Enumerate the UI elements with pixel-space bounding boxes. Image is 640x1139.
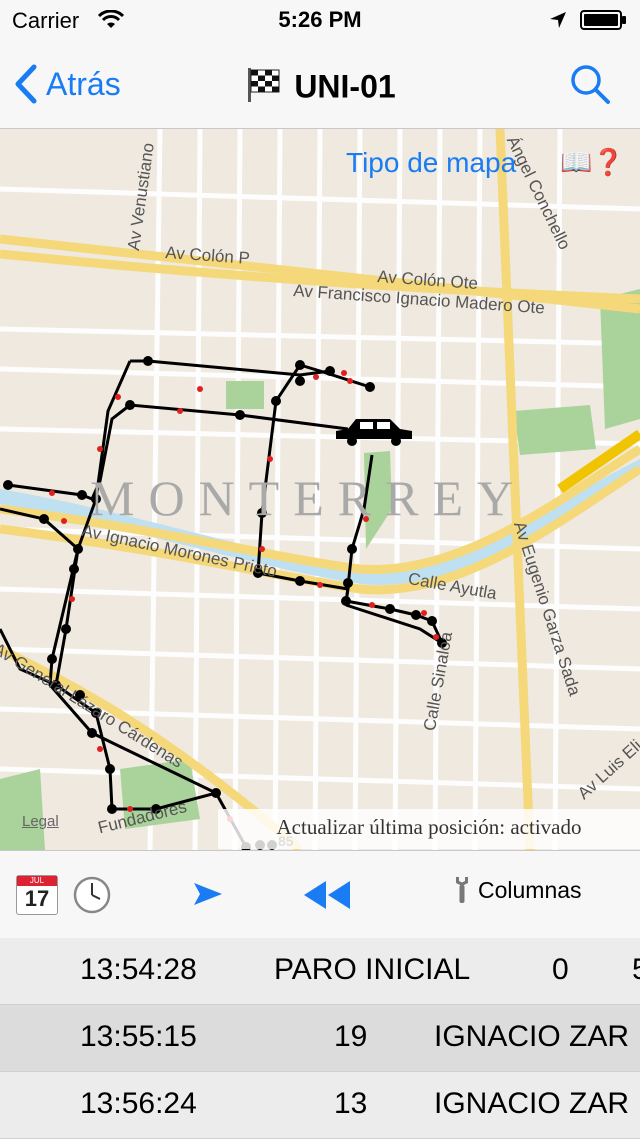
clock-icon	[73, 876, 111, 914]
rewind-icon	[304, 881, 350, 909]
play-arrow-icon	[194, 883, 222, 905]
status-bar: Carrier 5:26 PM	[0, 0, 640, 40]
title-text: UNI-01	[294, 68, 396, 105]
row-address: IGNACIO ZAR	[434, 1087, 630, 1120]
calendar-day: 17	[24, 886, 50, 911]
row-value: 0	[552, 953, 569, 986]
page-title: UNI-01	[0, 66, 640, 112]
row-speed: 13	[334, 1087, 368, 1120]
wrench-icon	[456, 877, 468, 903]
columns-label: Columnas	[478, 876, 582, 903]
park-area	[226, 381, 264, 409]
location-arrow-icon	[548, 10, 568, 35]
playback-toolbar: JUL 17 Columnas	[0, 850, 640, 940]
help-book-icon[interactable]: 📖❓	[560, 147, 625, 178]
car-icon	[336, 419, 412, 446]
events-table: 13:54:28 PARO INICIAL 0 5 13:55:15 19 IG…	[0, 938, 640, 1139]
row-extra: 5	[632, 953, 640, 987]
search-icon	[571, 65, 610, 104]
map-type-button[interactable]: Tipo de mapa	[346, 147, 516, 179]
calendar-month: JUL	[17, 876, 57, 886]
checkered-flag-icon	[244, 66, 282, 112]
city-label: MONTERREY	[90, 470, 528, 526]
update-position-banner: Actualizar última posición: activado	[218, 809, 640, 849]
navigation-bar: Atrás UNI-01	[0, 40, 640, 129]
status-time: 5:26 PM	[278, 7, 362, 32]
play-button[interactable]	[192, 881, 224, 912]
table-row[interactable]: 13:55:15 19 IGNACIO ZAR	[0, 1005, 640, 1072]
row-time: 13:55:15	[80, 1020, 197, 1053]
legal-link[interactable]: Legal	[22, 813, 59, 830]
columns-button[interactable]: Columnas	[452, 875, 582, 905]
clock-button[interactable]	[72, 875, 112, 920]
rewind-button[interactable]	[302, 879, 352, 916]
row-speed: 19	[334, 1020, 368, 1053]
table-row[interactable]: 13:54:28 PARO INICIAL 0 5	[0, 938, 640, 1005]
row-time: 13:56:24	[80, 1087, 197, 1120]
calendar-button[interactable]: JUL 17	[16, 875, 58, 915]
row-time: 13:54:28	[80, 953, 197, 986]
search-button[interactable]	[568, 62, 612, 106]
battery-icon	[580, 10, 626, 30]
map-view[interactable]: Av Venustiano Av Colón P Av Colón Ote Av…	[0, 129, 640, 850]
row-event: PARO INICIAL	[274, 953, 471, 986]
table-row[interactable]: 13:56:24 13 IGNACIO ZAR	[0, 1072, 640, 1139]
row-address: IGNACIO ZAR	[434, 1020, 630, 1053]
